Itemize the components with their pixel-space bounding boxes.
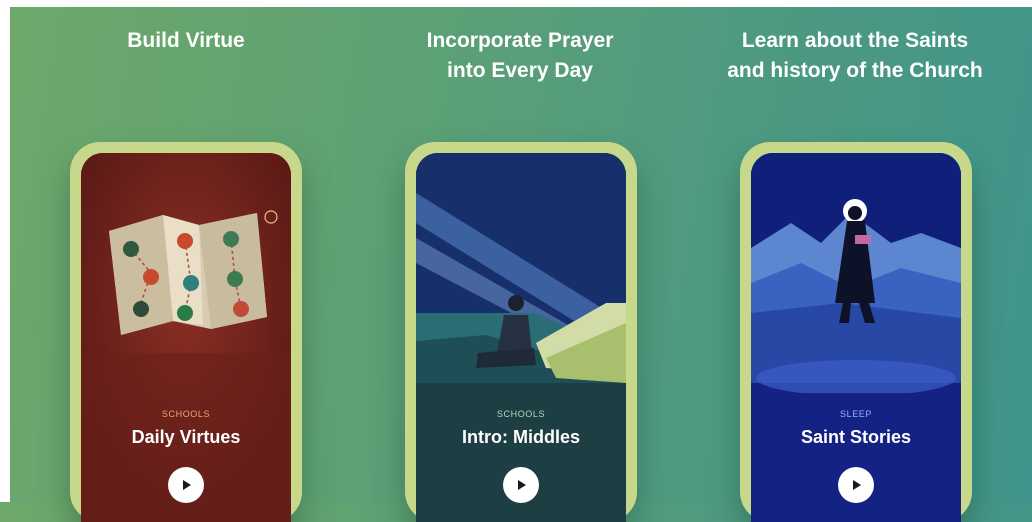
play-button[interactable] [503, 467, 539, 503]
screen-intro-middles: SCHOOLS Intro: Middles [416, 153, 626, 522]
play-icon [853, 480, 861, 490]
phone-saint-stories[interactable]: SLEEP Saint Stories [740, 142, 972, 522]
category-label: SLEEP [839, 409, 873, 419]
play-icon [183, 480, 191, 490]
headline-incorporate-prayer: Incorporate Prayer into Every Day [426, 29, 614, 82]
headline-build-virtue: Build Virtue [127, 29, 245, 52]
category-label: SCHOOLS [496, 409, 546, 419]
card-title: Intro: Middles [462, 427, 580, 447]
card-title: Daily Virtues [131, 427, 241, 447]
play-button[interactable] [168, 467, 204, 503]
phone-daily-virtues[interactable]: SCHOOLS Daily Virtues [70, 142, 302, 522]
left-edge-strip [0, 0, 10, 502]
top-edge-strip [0, 0, 1032, 7]
play-button[interactable] [838, 467, 874, 503]
play-icon [518, 480, 526, 490]
headline-learn-saints: Learn about the Saints and history of th… [727, 29, 983, 82]
card-title: Saint Stories [800, 427, 912, 447]
phone-intro-middles[interactable]: SCHOOLS Intro: Middles [405, 142, 637, 522]
category-label: SCHOOLS [161, 409, 211, 419]
screen-saint-stories: SLEEP Saint Stories [751, 153, 961, 522]
screen-daily-virtues: SCHOOLS Daily Virtues [81, 153, 291, 522]
